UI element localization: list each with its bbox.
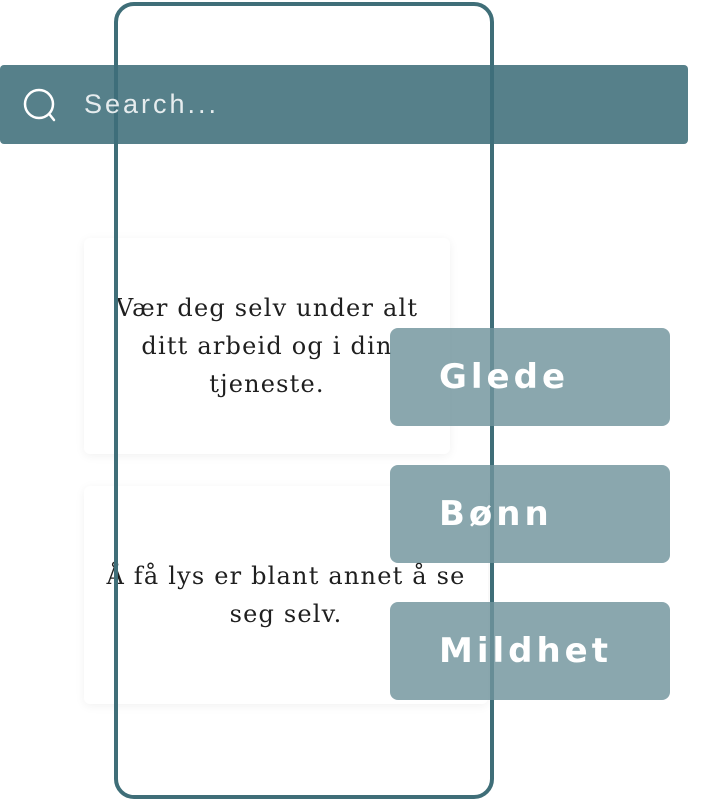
search-bar[interactable] [0, 65, 688, 144]
tag-glede[interactable]: Glede [390, 328, 670, 426]
tag-bonn[interactable]: Bønn [390, 465, 670, 563]
search-input[interactable] [84, 83, 644, 125]
tag-mildhet[interactable]: Mildhet [390, 602, 670, 700]
app-screen: Vær deg selv under alt ditt arbeid og i … [0, 0, 712, 800]
search-icon[interactable] [22, 87, 58, 123]
